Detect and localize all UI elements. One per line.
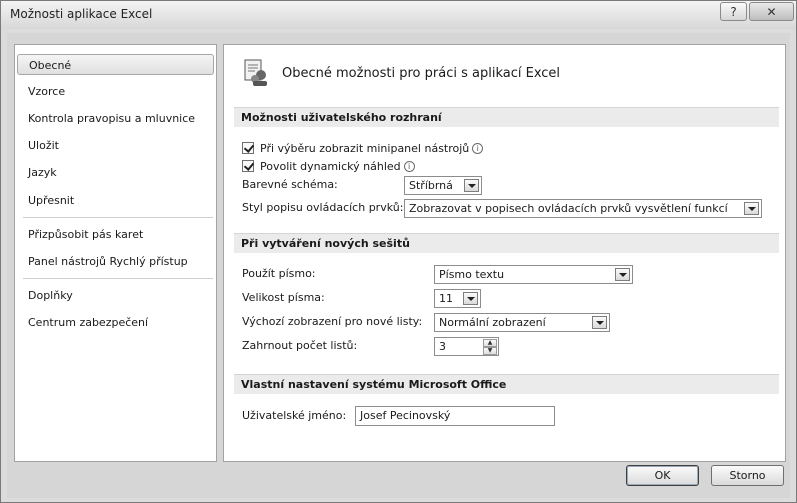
chevron-down-icon[interactable] — [744, 202, 759, 215]
dialog-title: Možnosti aplikace Excel — [10, 7, 153, 21]
font-size-value: 11 — [439, 292, 453, 305]
info-icon: i — [472, 142, 484, 154]
default-view-label: Výchozí zobrazení pro nové listy: — [242, 315, 423, 328]
nav-item-formulas[interactable]: Vzorce — [17, 81, 214, 102]
section-new-workbooks: Při vytváření nových sešitů — [234, 233, 779, 253]
chevron-down-icon[interactable] — [592, 316, 607, 329]
nav-divider — [23, 278, 213, 279]
username-input[interactable]: Josef Pecinovský — [355, 406, 555, 426]
font-value: Písmo textu — [439, 268, 505, 281]
live-preview-option: Povolit dynamický náhled i — [242, 157, 415, 175]
default-view-value: Normální zobrazení — [439, 316, 546, 329]
font-label: Použít písmo: — [242, 267, 316, 280]
color-scheme-label: Barevné schéma: — [242, 178, 338, 191]
dialog-body: Obecné Vzorce Kontrola pravopisu a mluvn… — [7, 33, 790, 498]
default-view-select[interactable]: Normální zobrazení — [434, 313, 610, 332]
nav-item-general[interactable]: Obecné — [17, 54, 214, 75]
nav-item-save[interactable]: Uložit — [17, 135, 214, 156]
info-icon: i — [403, 160, 415, 172]
section-ui-options: Možnosti uživatelského rozhraní — [234, 107, 779, 127]
color-scheme-select[interactable]: Stříbrná — [404, 176, 482, 195]
font-select[interactable]: Písmo textu — [434, 265, 633, 284]
nav-item-customize-ribbon[interactable]: Přizpůsobit pás karet — [17, 224, 214, 245]
username-value: Josef Pecinovský — [360, 409, 451, 422]
section-office-personalize: Vlastní nastavení systému Microsoft Offi… — [234, 374, 779, 394]
nav-divider — [23, 217, 213, 218]
nav-item-addins[interactable]: Doplňky — [17, 285, 214, 306]
spin-up-icon[interactable]: ▲ — [483, 339, 497, 347]
chevron-down-icon[interactable] — [615, 268, 630, 281]
sheet-count-label: Zahrnout počet listů: — [242, 339, 358, 352]
help-icon: ? — [730, 4, 737, 19]
tooltip-style-value: Zobrazovat v popisech ovládacích prvků v… — [409, 202, 728, 215]
spin-down-icon[interactable]: ▼ — [483, 347, 497, 355]
chevron-down-icon[interactable] — [464, 179, 479, 192]
username-label: Uživatelské jméno: — [242, 409, 347, 422]
mini-toolbar-checkbox[interactable] — [242, 142, 254, 154]
nav-item-quick-access-toolbar[interactable]: Panel nástrojů Rychlý přístup — [17, 251, 214, 272]
nav-item-language[interactable]: Jazyk — [17, 162, 214, 183]
excel-options-dialog: Možnosti aplikace Excel ? ✕ Obecné Vzorc… — [0, 0, 797, 503]
close-button[interactable]: ✕ — [749, 2, 794, 21]
live-preview-checkbox[interactable] — [242, 160, 254, 172]
ok-button[interactable]: OK — [626, 465, 699, 486]
general-options-panel: Obecné možnosti pro práci s aplikací Exc… — [223, 44, 786, 462]
close-icon: ✕ — [766, 4, 777, 19]
mini-toolbar-label: Při výběru zobrazit minipanel nástrojů — [260, 141, 470, 155]
color-scheme-value: Stříbrná — [409, 179, 453, 192]
tooltip-style-label: Styl popisu ovládacích prvků: — [242, 201, 404, 214]
live-preview-label: Povolit dynamický náhled — [260, 159, 401, 173]
font-size-label: Velikost písma: — [242, 291, 325, 304]
mini-toolbar-option: Při výběru zobrazit minipanel nástrojů i — [242, 139, 484, 157]
nav-item-advanced[interactable]: Upřesnit — [17, 190, 214, 211]
tooltip-style-select[interactable]: Zobrazovat v popisech ovládacích prvků v… — [404, 199, 762, 218]
sheet-count-value: 3 — [439, 340, 446, 353]
help-button[interactable]: ? — [720, 2, 747, 21]
panel-heading: Obecné možnosti pro práci s aplikací Exc… — [282, 66, 561, 81]
chevron-down-icon[interactable] — [463, 292, 478, 305]
cancel-button[interactable]: Storno — [711, 465, 784, 486]
options-icon — [244, 59, 267, 86]
nav-item-proofing[interactable]: Kontrola pravopisu a mluvnice — [17, 108, 214, 129]
sheet-count-spinner[interactable]: 3 ▲ ▼ — [434, 337, 499, 356]
title-bar[interactable]: Možnosti aplikace Excel ? ✕ — [1, 1, 796, 29]
font-size-select[interactable]: 11 — [434, 289, 481, 308]
nav-item-trust-center[interactable]: Centrum zabezpečení — [17, 312, 214, 333]
options-nav: Obecné Vzorce Kontrola pravopisu a mluvn… — [14, 44, 217, 462]
